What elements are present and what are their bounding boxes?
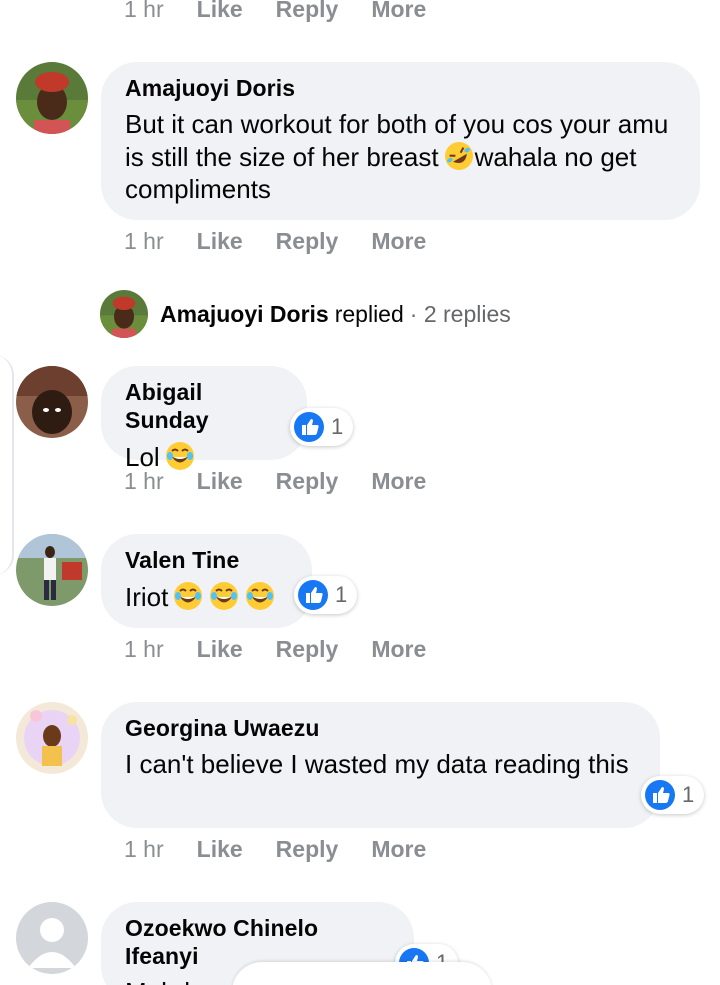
avatar[interactable] <box>16 366 88 438</box>
comment-time: 1 hr <box>124 0 164 22</box>
comment-author[interactable]: Valen Tine <box>125 546 288 574</box>
comment-actions: 1 hr Like Reply More <box>124 228 459 255</box>
comment-time: 1 hr <box>124 836 164 862</box>
view-replies-link[interactable]: Amajuoyi Doris replied · 2 replies <box>100 290 511 338</box>
reaction-number: 1 <box>335 582 348 607</box>
like-icon <box>293 411 325 443</box>
comment-text: But it can workout for both of you cos y… <box>125 108 676 205</box>
comment-author[interactable]: Georgina Uwaezu <box>125 714 636 742</box>
reply-verb: replied <box>334 300 404 327</box>
more-button[interactable]: More <box>371 636 426 663</box>
reply-count: · 2 replies <box>409 300 511 327</box>
comment-text-part: Iriot <box>125 582 169 612</box>
comment-text: I can't believe I wasted my data reading… <box>125 749 629 779</box>
comment-time: 1 hr <box>124 228 164 254</box>
reaction-count[interactable]: 1 <box>290 408 354 446</box>
comment-bubble: Abigail Sunday Lol <box>101 366 307 472</box>
comment-bubble: Amajuoyi Doris But it can workout for bo… <box>101 62 700 220</box>
avatar[interactable] <box>16 702 88 774</box>
like-icon <box>297 579 329 611</box>
reply-author: Amajuoyi Doris <box>160 300 329 327</box>
reaction-count[interactable]: 1 <box>294 576 358 614</box>
like-button[interactable]: Like <box>197 0 243 23</box>
comment-actions: 1 hr Like Reply More <box>124 468 459 495</box>
avatar <box>100 290 148 338</box>
comment-actions: 1 hr Like Reply More <box>124 836 459 863</box>
more-button[interactable]: More <box>371 228 426 255</box>
face-with-tears-of-joy-icon <box>244 580 276 612</box>
comment-author[interactable]: Abigail Sunday <box>125 378 283 434</box>
comment-actions: 1 hr Like Reply More <box>124 636 459 663</box>
avatar[interactable] <box>16 902 88 974</box>
comment-bubble: Valen Tine Iriot <box>101 534 312 628</box>
reaction-number: 1 <box>682 782 695 807</box>
thread-line <box>0 355 14 575</box>
like-button[interactable]: Like <box>197 468 243 495</box>
more-button[interactable]: More <box>371 468 426 495</box>
face-with-tears-of-joy-icon <box>208 580 240 612</box>
rolling-on-floor-laughing-icon <box>443 140 475 172</box>
like-button[interactable]: Like <box>197 636 243 663</box>
avatar[interactable] <box>16 534 88 606</box>
comment-text: Iriot <box>125 580 288 613</box>
reply-button[interactable]: Reply <box>276 468 339 495</box>
like-button[interactable]: Like <box>197 836 243 863</box>
more-button[interactable]: More <box>371 0 426 23</box>
reaction-number: 1 <box>331 414 344 439</box>
top-comment-actions: 1 hr Like Reply More <box>124 0 459 23</box>
reaction-count[interactable]: 1 <box>641 776 705 814</box>
comment-author[interactable]: Amajuoyi Doris <box>125 74 676 102</box>
reply-button[interactable]: Reply <box>276 0 339 23</box>
reply-button[interactable]: Reply <box>276 636 339 663</box>
face-with-tears-of-joy-icon <box>172 580 204 612</box>
floating-overlay <box>232 962 492 985</box>
avatar[interactable] <box>16 62 88 134</box>
reply-button[interactable]: Reply <box>276 228 339 255</box>
more-button[interactable]: More <box>371 836 426 863</box>
like-icon <box>644 779 676 811</box>
comment-time: 1 hr <box>124 636 164 662</box>
like-button[interactable]: Like <box>197 228 243 255</box>
comment-bubble: Georgina Uwaezu I can't believe I wasted… <box>101 702 660 828</box>
reply-button[interactable]: Reply <box>276 836 339 863</box>
comment-time: 1 hr <box>124 468 164 494</box>
